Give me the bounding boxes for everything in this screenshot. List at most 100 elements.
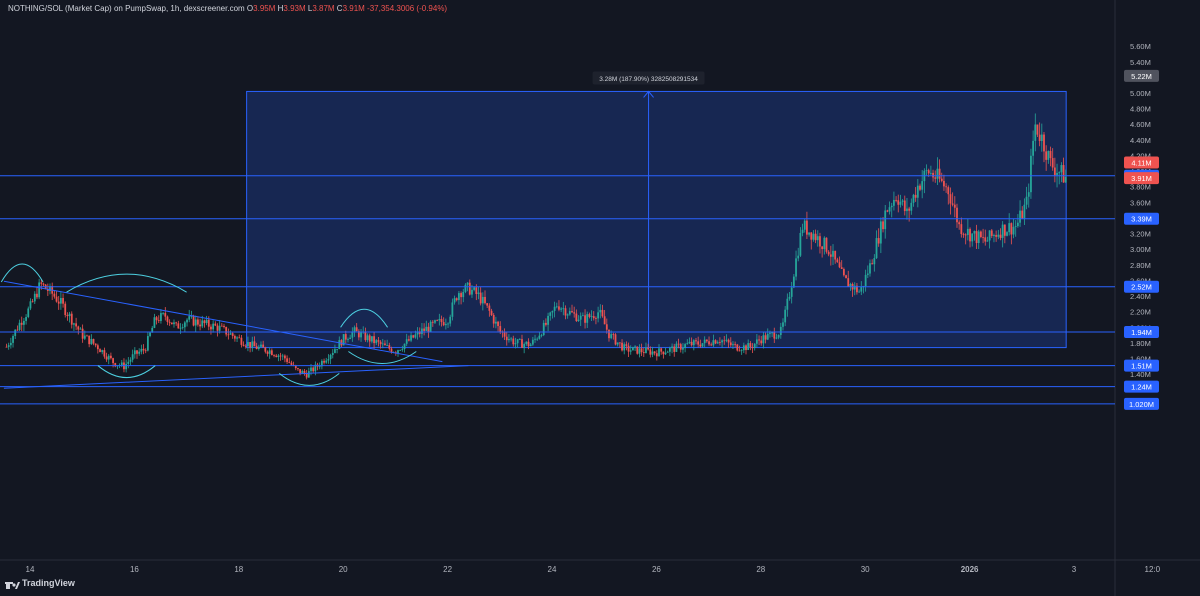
candle-body: [510, 338, 513, 340]
candle-body: [958, 222, 961, 225]
candle-body: [597, 312, 600, 319]
candle-body: [146, 336, 149, 351]
candle-body: [540, 335, 543, 336]
candle-body: [834, 250, 837, 260]
candle-body: [164, 313, 167, 317]
candle-body: [207, 319, 210, 327]
candle-body: [860, 286, 863, 292]
candle-body: [836, 259, 839, 263]
candle-body: [751, 347, 754, 348]
candle-body: [336, 349, 339, 350]
candle-body: [312, 367, 315, 372]
candle-body: [995, 235, 998, 237]
candle-body: [120, 362, 123, 366]
candle-body: [1012, 226, 1015, 235]
candle-body: [893, 199, 895, 206]
candle-body: [516, 339, 519, 344]
candle-body: [162, 313, 165, 314]
candle-body: [795, 258, 797, 277]
candle-body: [692, 340, 695, 346]
candle-body: [679, 344, 682, 350]
candle-body: [1049, 151, 1052, 159]
candle-body: [621, 342, 623, 351]
candle-body: [368, 335, 371, 342]
candle-body: [303, 370, 306, 374]
candle-body: [59, 298, 62, 304]
candle-body: [55, 296, 58, 302]
candle-body: [573, 312, 576, 314]
candle-body: [688, 341, 691, 344]
brand-name: TradingView: [22, 578, 75, 588]
candle-body: [186, 319, 188, 323]
candle-body: [810, 232, 813, 240]
candle-body: [962, 234, 965, 235]
x-tick-label: 20: [339, 565, 348, 574]
candle-body: [799, 232, 802, 256]
candle-body: [640, 348, 643, 353]
y-tick-label: 2.40M: [1130, 292, 1151, 301]
candle-body: [484, 296, 486, 304]
y-tick-label: 4.40M: [1130, 136, 1151, 145]
candle-body: [910, 202, 913, 211]
candle-body: [934, 177, 937, 179]
candle-body: [18, 322, 21, 330]
measure-box: [246, 90, 1067, 349]
candle-body: [301, 370, 304, 374]
candle-body: [136, 350, 138, 354]
candle-body: [886, 210, 889, 212]
candle-body: [225, 326, 228, 335]
candle-body: [777, 335, 780, 338]
candle-body: [699, 344, 702, 347]
level-badge-label: 1.24M: [1131, 383, 1152, 392]
candle-body: [68, 313, 71, 317]
candle-body: [984, 237, 987, 242]
candle-body: [286, 358, 288, 362]
candle-body: [749, 343, 752, 348]
candle-body: [253, 341, 256, 347]
candle-body: [1064, 177, 1067, 183]
candle-body: [33, 293, 36, 302]
candle-body: [38, 282, 41, 298]
candle-body: [310, 367, 312, 372]
low-value: 3.87M: [312, 4, 335, 13]
candle-body: [188, 316, 191, 320]
candle-body: [762, 335, 765, 344]
candle-body: [131, 354, 134, 360]
candle-body: [277, 355, 280, 357]
candle-body: [890, 205, 893, 208]
candle-body: [1001, 224, 1004, 238]
candle-body: [181, 327, 184, 329]
candle-body: [671, 346, 673, 349]
candle-body: [371, 336, 373, 342]
candle-body: [90, 338, 93, 345]
candle-body: [257, 346, 260, 350]
candle-body: [318, 366, 321, 368]
candle-body: [925, 170, 928, 172]
candle-body: [458, 293, 460, 301]
candle-body: [92, 338, 95, 344]
candle-body: [560, 308, 563, 310]
candle-body: [525, 341, 528, 345]
candle-body: [1058, 172, 1061, 174]
candle-body: [377, 340, 380, 342]
candle-body: [982, 237, 984, 238]
x-tick-label: 30: [861, 565, 870, 574]
close-value: 3.91M: [342, 4, 365, 13]
candle-body: [1019, 210, 1021, 223]
candle-body: [684, 344, 687, 348]
candle-body: [947, 187, 950, 195]
candle-body: [1038, 134, 1041, 142]
candle-body: [527, 341, 530, 347]
candle-body: [1003, 224, 1006, 236]
x-tick-label: 22: [443, 565, 452, 574]
candle-body: [268, 350, 271, 354]
candle-body: [666, 351, 669, 353]
price-chart[interactable]: 3.28M (187.90%) 3282508291534 1.40M1.60M…: [0, 0, 1200, 596]
candle-body: [233, 335, 236, 339]
candle-body: [653, 351, 656, 354]
candle-body: [521, 339, 523, 348]
candle-body: [629, 350, 632, 352]
candle-body: [214, 323, 217, 326]
chart-root[interactable]: 3.28M (187.90%) 3282508291534 1.40M 1.60M…: [0, 0, 1200, 596]
candle-body: [523, 344, 526, 348]
